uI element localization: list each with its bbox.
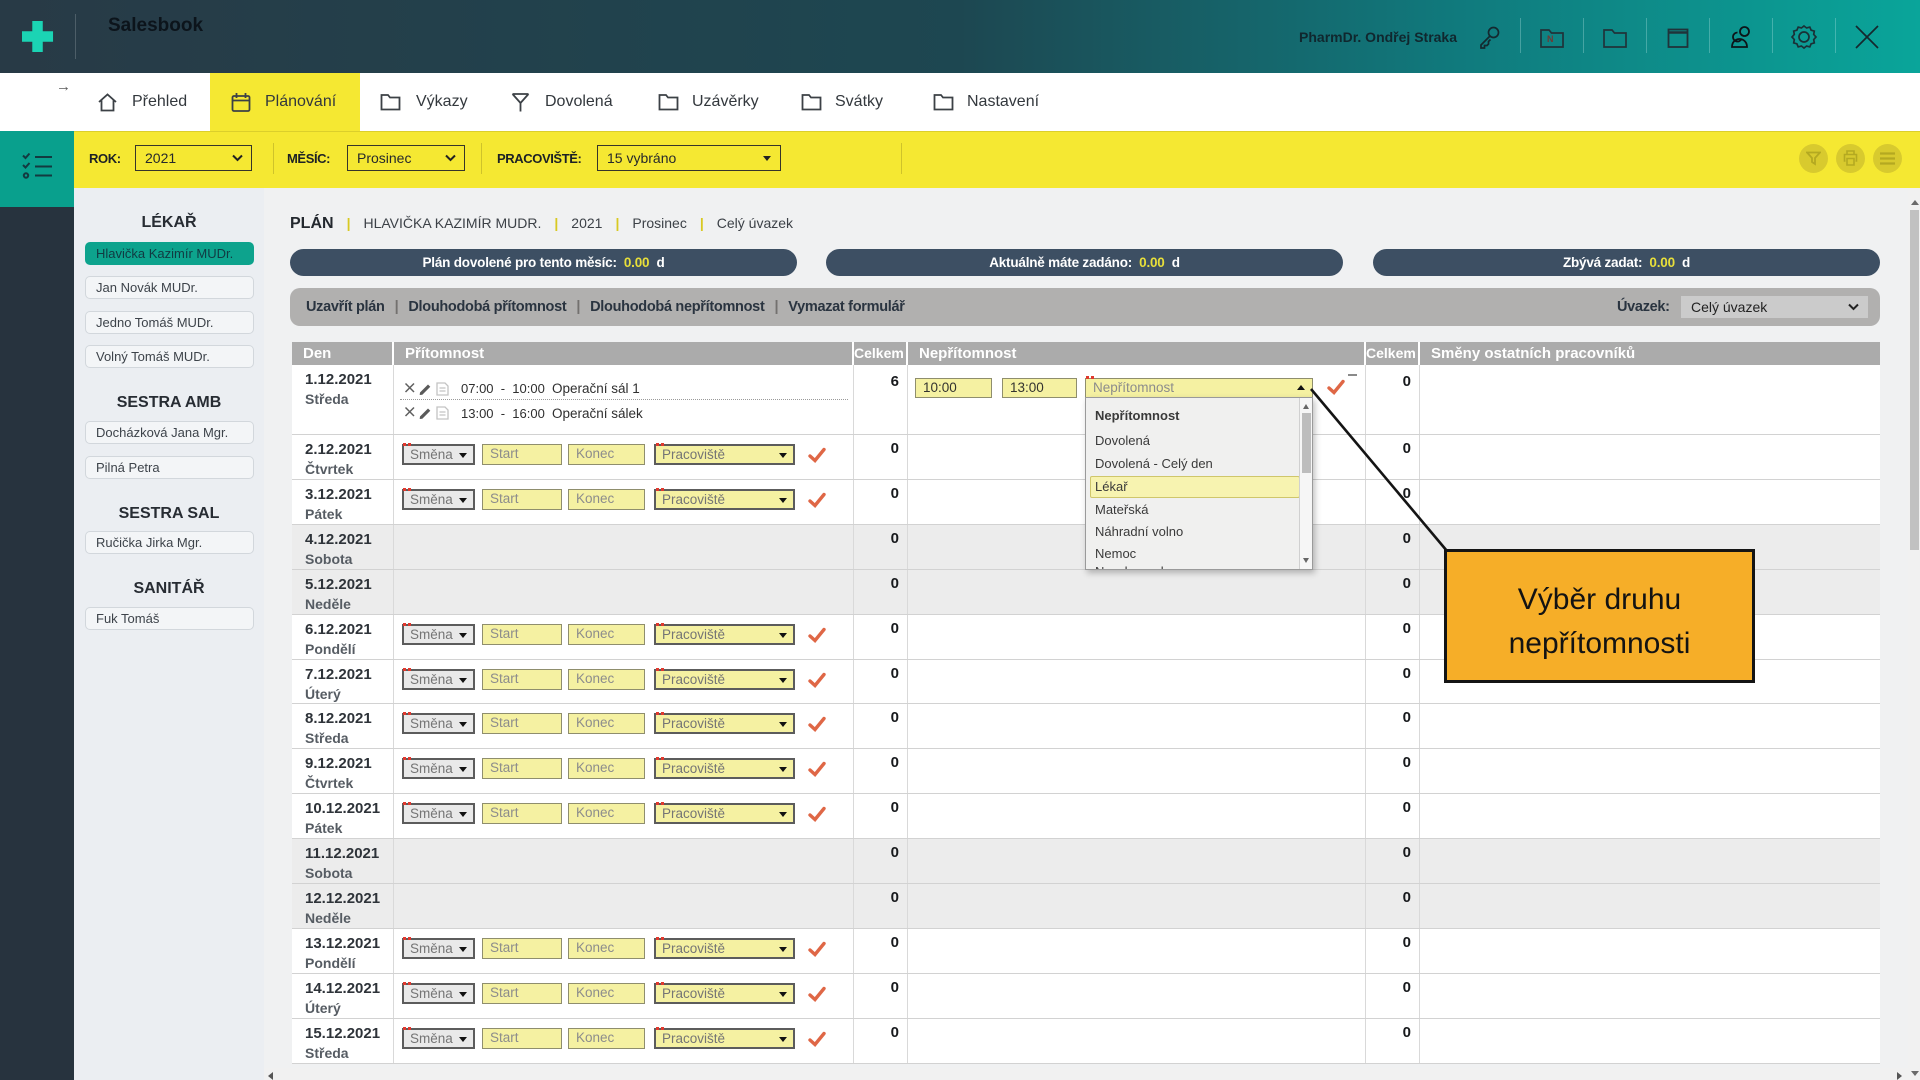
svg-text:N: N: [1547, 34, 1554, 44]
